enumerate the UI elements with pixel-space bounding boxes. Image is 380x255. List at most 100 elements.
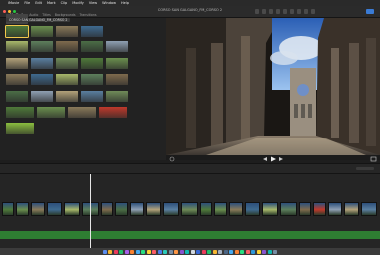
timeline-clip[interactable] <box>115 202 128 216</box>
dock-app-icon[interactable] <box>240 249 245 254</box>
crop-icon[interactable] <box>269 9 273 14</box>
timeline-clip[interactable] <box>229 202 243 216</box>
media-thumbnail[interactable] <box>6 91 28 102</box>
media-thumbnail[interactable] <box>31 58 53 69</box>
timeline-clip[interactable] <box>47 202 62 216</box>
dock-app-icon[interactable] <box>273 249 278 254</box>
media-thumbnail[interactable] <box>81 74 103 85</box>
media-thumbnail[interactable] <box>56 58 78 69</box>
dock-app-icon[interactable] <box>262 249 267 254</box>
dock-app-icon[interactable] <box>135 249 140 254</box>
menu-edit[interactable]: Edit <box>35 1 42 5</box>
media-thumbnail[interactable] <box>106 58 128 69</box>
dock-app-icon[interactable] <box>163 249 168 254</box>
dock-app-icon[interactable] <box>201 249 206 254</box>
menu-view[interactable]: View <box>89 1 97 5</box>
menu-imovie[interactable]: iMovie <box>8 1 19 5</box>
timeline-clip[interactable] <box>101 202 113 216</box>
media-thumbnail[interactable] <box>37 107 65 118</box>
stabilization-icon[interactable] <box>276 9 280 14</box>
media-thumbnail[interactable] <box>6 107 34 118</box>
dock-app-icon[interactable] <box>196 249 201 254</box>
dock-app-icon[interactable] <box>102 249 107 254</box>
settings-icon[interactable] <box>169 156 175 162</box>
dock-app-icon[interactable] <box>207 249 212 254</box>
timeline-clip[interactable] <box>328 202 342 216</box>
menu-file[interactable]: File <box>24 1 30 5</box>
playhead[interactable] <box>90 174 91 248</box>
tab-titles[interactable]: Titles <box>42 13 51 17</box>
dock-app-icon[interactable] <box>119 249 124 254</box>
breadcrumb[interactable]: CORSO SAN GALGANO_FM_CORSO 2 <box>6 18 71 22</box>
menu-mark[interactable]: Mark <box>47 1 56 5</box>
timeline-clip[interactable] <box>245 202 260 216</box>
dock-app-icon[interactable] <box>223 249 228 254</box>
dock-app-icon[interactable] <box>124 249 129 254</box>
media-thumbnail[interactable] <box>81 41 103 52</box>
menu-window[interactable]: Window <box>102 1 116 5</box>
timeline-clip[interactable] <box>344 202 359 216</box>
dock-app-icon[interactable] <box>251 249 256 254</box>
tab-transitions[interactable]: Transitions <box>79 13 96 17</box>
media-thumbnail[interactable] <box>56 91 78 102</box>
media-thumbnail[interactable] <box>31 26 53 37</box>
media-thumbnail[interactable] <box>56 41 78 52</box>
timeline-clip[interactable] <box>16 202 29 216</box>
timeline-clip[interactable] <box>361 202 377 216</box>
timeline-clip[interactable] <box>2 202 14 216</box>
timeline-clip[interactable] <box>31 202 45 216</box>
dock-app-icon[interactable] <box>234 249 239 254</box>
menu-clip[interactable]: Clip <box>61 1 68 5</box>
media-thumbnail[interactable] <box>6 74 28 85</box>
dock-app-icon[interactable] <box>245 249 250 254</box>
timeline-clip[interactable] <box>299 202 311 216</box>
media-thumbnail[interactable] <box>81 58 103 69</box>
dock-app-icon[interactable] <box>113 249 118 254</box>
dock-app-icon[interactable] <box>229 249 234 254</box>
media-thumbnail[interactable] <box>106 41 128 52</box>
dock-app-icon[interactable] <box>267 249 272 254</box>
play-icon[interactable] <box>271 156 276 162</box>
media-thumbnail[interactable] <box>56 26 78 37</box>
media-thumbnail[interactable] <box>6 123 34 134</box>
dock-app-icon[interactable] <box>174 249 179 254</box>
media-thumbnail[interactable] <box>31 74 53 85</box>
color-balance-icon[interactable] <box>255 9 259 14</box>
media-thumbnail[interactable] <box>106 91 128 102</box>
noise-reduction-icon[interactable] <box>290 9 294 14</box>
dock-app-icon[interactable] <box>141 249 146 254</box>
dock-app-icon[interactable] <box>157 249 162 254</box>
audio-track[interactable] <box>0 231 380 239</box>
dock-app-icon[interactable] <box>256 249 261 254</box>
speed-icon[interactable] <box>297 9 301 14</box>
skip-back-icon[interactable] <box>263 157 267 161</box>
dock-app-icon[interactable] <box>218 249 223 254</box>
dock-app-icon[interactable] <box>185 249 190 254</box>
timeline-clip[interactable] <box>146 202 161 216</box>
media-thumbnail[interactable] <box>56 74 78 85</box>
timeline-clip[interactable] <box>262 202 278 216</box>
timeline-clip[interactable] <box>214 202 227 216</box>
menu-help[interactable]: Help <box>121 1 129 5</box>
media-thumbnail[interactable] <box>6 41 28 52</box>
dock-app-icon[interactable] <box>212 249 217 254</box>
menu-modify[interactable]: Modify <box>72 1 84 5</box>
timeline-clip[interactable] <box>64 202 80 216</box>
volume-icon[interactable] <box>283 9 287 14</box>
dock-app-icon[interactable] <box>108 249 113 254</box>
dock-app-icon[interactable] <box>130 249 135 254</box>
share-button[interactable] <box>366 9 374 14</box>
media-thumbnail[interactable] <box>31 41 53 52</box>
media-thumbnail[interactable] <box>31 91 53 102</box>
timeline-clip[interactable] <box>163 202 179 216</box>
timeline-clip[interactable] <box>130 202 144 216</box>
tab-audio[interactable]: Audio <box>29 13 38 17</box>
media-thumbnail[interactable] <box>81 26 103 37</box>
zoom-slider[interactable] <box>356 167 374 170</box>
skip-forward-icon[interactable] <box>279 157 283 161</box>
tab-backgrounds[interactable]: Backgrounds <box>55 13 76 17</box>
timeline-clip[interactable] <box>200 202 212 216</box>
media-thumbnail[interactable] <box>81 91 103 102</box>
media-thumbnail[interactable] <box>106 74 128 85</box>
fullscreen-icon[interactable] <box>370 156 377 162</box>
